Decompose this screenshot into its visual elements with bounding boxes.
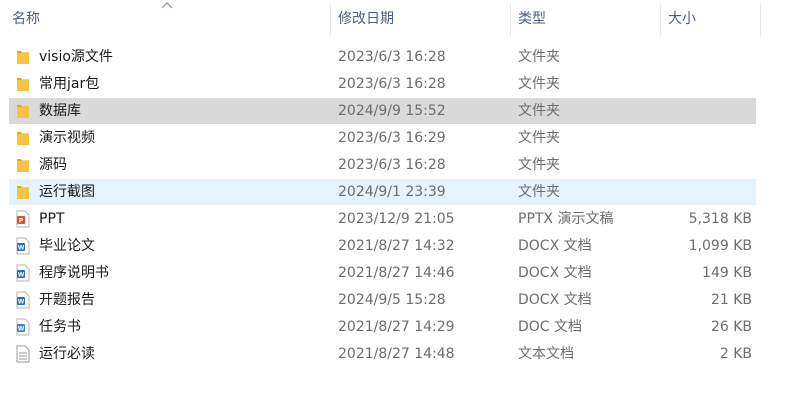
- folder-icon: [15, 129, 31, 147]
- file-modified-date: 2021/8/27 14:29: [338, 319, 455, 335]
- svg-text:W: W: [18, 326, 25, 333]
- svg-text:W: W: [18, 245, 25, 252]
- file-row[interactable]: W 开题报告 2024/9/5 15:28 DOCX 文档 21 KB: [9, 287, 756, 313]
- file-modified-date: 2024/9/5 15:28: [338, 292, 446, 308]
- file-row[interactable]: 源码 2023/6/3 16:28 文件夹: [9, 152, 756, 178]
- column-header-type[interactable]: 类型: [518, 0, 546, 38]
- file-name: 程序说明书: [39, 265, 109, 281]
- file-row[interactable]: W 程序说明书 2021/8/27 14:46 DOCX 文档 149 KB: [9, 260, 756, 286]
- file-name: 毕业论文: [39, 238, 95, 254]
- file-size: 5,318 KB: [688, 211, 752, 227]
- file-name: PPT: [39, 211, 65, 227]
- folder-icon: [15, 102, 31, 120]
- file-modified-date: 2021/8/27 14:46: [338, 265, 455, 281]
- powerpoint-file-icon: P: [15, 210, 31, 228]
- file-name: 任务书: [39, 319, 81, 335]
- file-row[interactable]: 运行截图 2024/9/1 23:39 文件夹: [9, 179, 756, 205]
- file-type: 文件夹: [518, 49, 560, 65]
- word-file-icon: W: [15, 237, 31, 255]
- column-header-size[interactable]: 大小: [668, 0, 696, 38]
- svg-text:P: P: [19, 218, 24, 225]
- column-divider[interactable]: [660, 4, 661, 36]
- file-type: 文件夹: [518, 157, 560, 173]
- file-row[interactable]: W 毕业论文 2021/8/27 14:32 DOCX 文档 1,099 KB: [9, 233, 756, 259]
- column-header-name[interactable]: 名称: [12, 0, 40, 38]
- file-modified-date: 2023/6/3 16:28: [338, 49, 446, 65]
- file-modified-date: 2023/6/3 16:28: [338, 157, 446, 173]
- file-type: PPTX 演示文稿: [518, 211, 614, 227]
- svg-text:W: W: [18, 299, 25, 306]
- file-type: DOCX 文档: [518, 265, 592, 281]
- file-row[interactable]: P PPT 2023/12/9 21:05 PPTX 演示文稿 5,318 KB: [9, 206, 756, 232]
- file-modified-date: 2021/8/27 14:32: [338, 238, 455, 254]
- column-header-date[interactable]: 修改日期: [338, 0, 394, 38]
- file-modified-date: 2023/6/3 16:28: [338, 76, 446, 92]
- file-name: 运行截图: [39, 184, 95, 200]
- file-name: 常用jar包: [39, 76, 100, 92]
- folder-icon: [15, 183, 31, 201]
- file-row[interactable]: 常用jar包 2023/6/3 16:28 文件夹: [9, 71, 756, 97]
- file-type: 文件夹: [518, 130, 560, 146]
- file-row[interactable]: visio源文件 2023/6/3 16:28 文件夹: [9, 44, 756, 70]
- file-row[interactable]: 运行必读 2021/8/27 14:48 文本文档 2 KB: [9, 341, 756, 367]
- file-name: 运行必读: [39, 346, 95, 362]
- file-row[interactable]: 数据库 2024/9/9 15:52 文件夹: [9, 98, 756, 124]
- file-size: 26 KB: [710, 319, 752, 335]
- svg-text:W: W: [18, 272, 25, 279]
- column-divider[interactable]: [330, 4, 331, 36]
- file-size: 2 KB: [719, 346, 752, 362]
- file-name: 演示视频: [39, 130, 95, 146]
- file-type: 文件夹: [518, 103, 560, 119]
- file-type: 文本文档: [518, 346, 574, 362]
- file-type: DOCX 文档: [518, 292, 592, 308]
- file-type: 文件夹: [518, 184, 560, 200]
- word-doc-file-icon: W: [15, 318, 31, 336]
- file-modified-date: 2021/8/27 14:48: [338, 346, 455, 362]
- file-type: DOCX 文档: [518, 238, 592, 254]
- column-header-bar: 名称 修改日期 类型 大小: [0, 0, 812, 38]
- file-modified-date: 2023/12/9 21:05: [338, 211, 455, 227]
- folder-icon: [15, 48, 31, 66]
- file-modified-date: 2024/9/9 15:52: [338, 103, 446, 119]
- word-file-icon: W: [15, 264, 31, 282]
- file-explorer-list: 名称 修改日期 类型 大小 visio源文件 2023/6/3 16:28 文件夹常…: [0, 0, 812, 419]
- sort-ascending-icon: [161, 2, 173, 9]
- file-name: 源码: [39, 157, 67, 173]
- folder-icon: [15, 156, 31, 174]
- file-row[interactable]: 演示视频 2023/6/3 16:29 文件夹: [9, 125, 756, 151]
- file-type: 文件夹: [518, 76, 560, 92]
- file-modified-date: 2023/6/3 16:29: [338, 130, 446, 146]
- text-file-icon: [15, 345, 31, 363]
- file-row[interactable]: W 任务书 2021/8/27 14:29 DOC 文档 26 KB: [9, 314, 756, 340]
- column-divider[interactable]: [510, 4, 511, 36]
- file-modified-date: 2024/9/1 23:39: [338, 184, 446, 200]
- file-type: DOC 文档: [518, 319, 583, 335]
- file-size: 1,099 KB: [688, 238, 752, 254]
- file-size: 149 KB: [702, 265, 752, 281]
- word-file-icon: W: [15, 291, 31, 309]
- file-size: 21 KB: [710, 292, 752, 308]
- file-name: 数据库: [39, 103, 81, 119]
- file-name: visio源文件: [39, 49, 113, 65]
- folder-icon: [15, 75, 31, 93]
- file-name: 开题报告: [39, 292, 95, 308]
- column-divider[interactable]: [760, 4, 761, 36]
